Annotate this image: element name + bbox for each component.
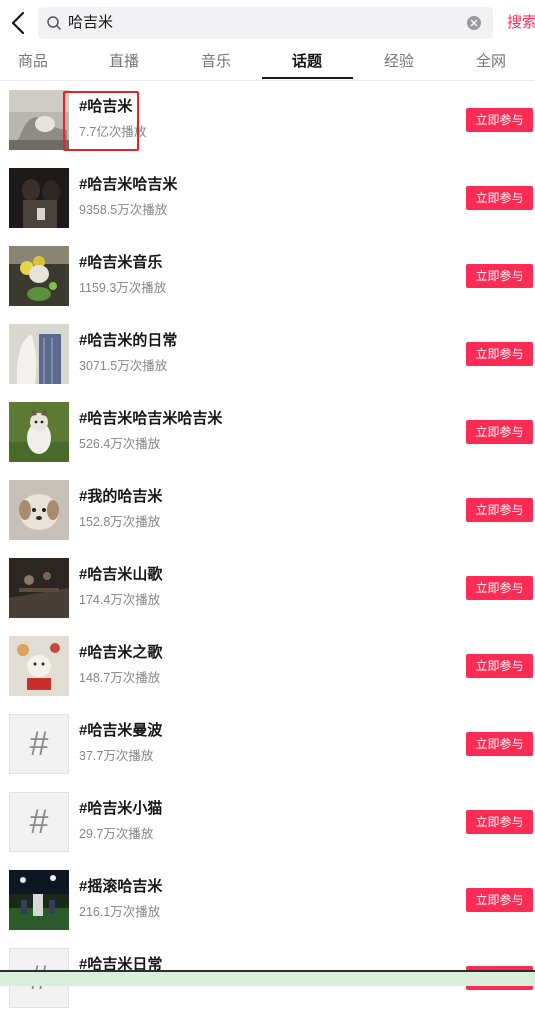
category-tabs: 商品 直播 音乐 话题 经验 全网 [0,46,535,81]
join-button[interactable]: 立即参与 [466,186,533,210]
topic-row[interactable]: # #哈吉米小猫 29.7万次播放 立即参与 [0,783,535,861]
topic-title: #哈吉米山歌 [79,566,163,583]
topic-row[interactable]: #哈吉米的日常 3071.5万次播放 立即参与 [0,315,535,393]
topic-thumbnail [9,246,69,306]
join-button[interactable]: 立即参与 [466,498,533,522]
topic-row[interactable]: #哈吉米音乐 1159.3万次播放 立即参与 [0,237,535,315]
topic-row[interactable]: #哈吉米山歌 174.4万次播放 立即参与 [0,549,535,627]
topic-thumbnail [9,324,69,384]
topic-thumbnail [9,636,69,696]
join-button[interactable]: 立即参与 [466,264,533,288]
topic-title: #哈吉米音乐 [79,254,163,271]
topic-row[interactable]: #哈吉米哈吉米哈吉米 526.4万次播放 立即参与 [0,393,535,471]
topic-row[interactable]: #我的哈吉米 152.8万次播放 立即参与 [0,471,535,549]
topic-title: #哈吉米之歌 [79,644,163,661]
topic-title: #哈吉米的日常 [79,332,178,349]
topic-title: #哈吉米哈吉米 [79,176,178,193]
topic-row[interactable]: #哈吉米之歌 148.7万次播放 立即参与 [0,627,535,705]
highlight-annotation-box [63,91,139,151]
topic-play-count: 9358.5万次播放 [79,203,168,217]
search-icon [46,15,62,31]
bottom-edge-strip [0,970,535,986]
topic-title: #我的哈吉米 [79,488,163,505]
topic-thumbnail [9,168,69,228]
back-arrow-icon[interactable] [8,10,30,36]
topic-play-count: 37.7万次播放 [79,749,154,763]
tab-goods[interactable]: 商品 [18,52,48,72]
topic-play-count: 216.1万次播放 [79,905,161,919]
active-tab-indicator [262,77,353,79]
topic-play-count: 526.4万次播放 [79,437,161,451]
search-bar: 哈吉米 搜索 [0,0,535,46]
topic-play-count: 3071.5万次播放 [79,359,168,373]
topic-row[interactable]: #摇滚哈吉米 216.1万次播放 立即参与 [0,861,535,939]
topic-thumbnail [9,558,69,618]
tab-music[interactable]: 音乐 [201,52,231,72]
hashtag-placeholder-icon: # [9,792,69,852]
join-button[interactable]: 立即参与 [466,420,533,444]
topic-play-count: 29.7万次播放 [79,827,154,841]
join-button[interactable]: 立即参与 [466,342,533,366]
search-input[interactable]: 哈吉米 [38,7,493,39]
topic-thumbnail [9,870,69,930]
tab-experience[interactable]: 经验 [384,52,414,72]
clear-icon[interactable] [467,16,481,30]
topic-thumbnail [9,402,69,462]
join-button[interactable]: 立即参与 [466,732,533,756]
topic-title: #哈吉米哈吉米哈吉米 [79,410,223,427]
topic-play-count: 148.7万次播放 [79,671,161,685]
tab-all-web[interactable]: 全网 [476,52,506,72]
topic-title: #哈吉米小猫 [79,800,163,817]
search-button[interactable]: 搜索 [507,13,535,33]
topic-play-count: 174.4万次播放 [79,593,161,607]
topic-title: #摇滚哈吉米 [79,878,163,895]
tab-live[interactable]: 直播 [109,52,139,72]
join-button[interactable]: 立即参与 [466,576,533,600]
topic-thumbnail [9,480,69,540]
topic-play-count: 152.8万次播放 [79,515,161,529]
topic-play-count: 1159.3万次播放 [79,281,167,295]
search-query: 哈吉米 [68,14,114,31]
join-button[interactable]: 立即参与 [466,108,533,132]
topic-thumbnail [9,90,69,150]
topic-row[interactable]: # #哈吉米曼波 37.7万次播放 立即参与 [0,705,535,783]
join-button[interactable]: 立即参与 [466,654,533,678]
hashtag-placeholder-icon: # [9,714,69,774]
join-button[interactable]: 立即参与 [466,888,533,912]
topic-row[interactable]: #哈吉米哈吉米 9358.5万次播放 立即参与 [0,159,535,237]
join-button[interactable]: 立即参与 [466,810,533,834]
tab-topics[interactable]: 话题 [292,52,322,72]
topic-title: #哈吉米曼波 [79,722,163,739]
